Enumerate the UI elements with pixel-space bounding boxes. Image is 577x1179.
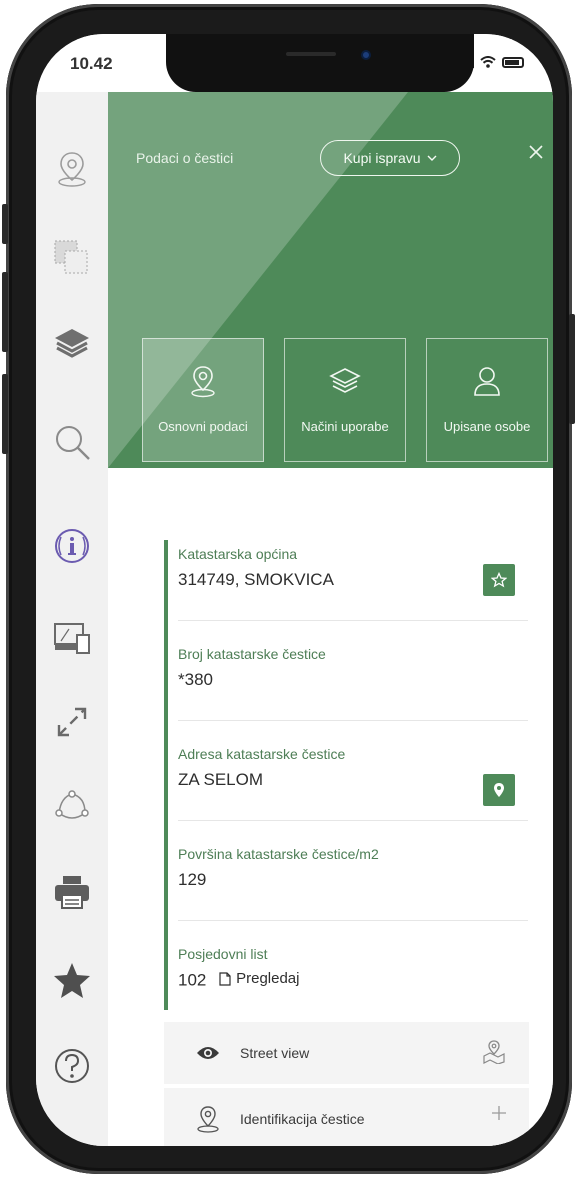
wifi-icon bbox=[480, 56, 496, 68]
map-pin-icon bbox=[191, 366, 215, 398]
parcel-header: Podaci o čestici Kupi ispravu Osnovni po… bbox=[108, 92, 553, 468]
person-icon bbox=[474, 367, 500, 396]
field-value: 102 bbox=[178, 970, 207, 990]
field-label: Katastarska općina bbox=[178, 546, 298, 562]
field-label: Adresa katastarske čestice bbox=[178, 746, 346, 762]
status-time: 10.42 bbox=[70, 54, 113, 73]
map-marker-icon bbox=[494, 783, 504, 797]
close-icon[interactable] bbox=[528, 144, 544, 160]
street-view-label: Street view bbox=[240, 1045, 310, 1061]
field-katastarska-opcina: Katastarska općina 314749, SMOKVICA bbox=[178, 546, 508, 590]
field-value: 314749, SMOKVICA bbox=[178, 570, 334, 589]
field-adresa: Adresa katastarske čestice ZA SELOM bbox=[178, 746, 508, 790]
power-button bbox=[569, 314, 575, 424]
tab-label: Načini uporabe bbox=[301, 419, 389, 434]
field-label: Površina katastarske čestice/m2 bbox=[178, 846, 379, 862]
field-value-row: 102 Pregledaj bbox=[178, 970, 508, 991]
show-on-map-button[interactable] bbox=[483, 774, 515, 806]
sidebar-print-icon[interactable] bbox=[48, 868, 96, 916]
identifikacija-label: Identifikacija čestice bbox=[240, 1111, 365, 1127]
volume-up-button bbox=[2, 272, 8, 352]
field-value: ZA SELOM bbox=[178, 770, 264, 789]
field-value: 129 bbox=[178, 870, 207, 889]
preview-link[interactable]: Pregledaj bbox=[219, 970, 300, 987]
divider bbox=[178, 720, 528, 721]
battery-icon bbox=[502, 56, 524, 68]
panel-title: Podaci o čestici bbox=[136, 150, 234, 166]
identifikacija-row[interactable]: Identifikacija čestice bbox=[164, 1088, 529, 1146]
sidebar-expand-icon[interactable] bbox=[48, 698, 96, 746]
chevron-down-icon bbox=[427, 155, 437, 161]
notch bbox=[166, 34, 474, 92]
map-location-icon bbox=[483, 1040, 505, 1064]
accent-line bbox=[164, 540, 168, 1010]
parcel-details: Katastarska općina 314749, SMOKVICA Broj… bbox=[108, 468, 553, 1146]
tab-label: Osnovni podaci bbox=[158, 419, 248, 434]
sidebar-location-icon[interactable] bbox=[48, 144, 96, 192]
sidebar-favorites-star-icon[interactable] bbox=[48, 956, 96, 1004]
phone-frame: 10.42 Podaci o čestici Kupi ispravu Osno… bbox=[2, 4, 575, 1174]
eye-icon bbox=[194, 1039, 222, 1067]
location-pin-icon bbox=[194, 1105, 222, 1133]
sidebar-polygon-icon[interactable] bbox=[48, 784, 96, 832]
mute-switch bbox=[2, 204, 8, 244]
divider bbox=[178, 820, 528, 821]
field-broj-cestice: Broj katastarske čestice *380 bbox=[178, 646, 508, 690]
document-icon bbox=[219, 971, 231, 986]
field-value: *380 bbox=[178, 670, 213, 689]
divider bbox=[178, 620, 528, 621]
sidebar-devices-icon[interactable] bbox=[48, 614, 96, 662]
tab-osnovni-podaci[interactable]: Osnovni podaci bbox=[142, 338, 264, 462]
buy-document-label: Kupi ispravu bbox=[343, 150, 421, 166]
preview-link-label: Pregledaj bbox=[236, 970, 300, 987]
sidebar-info-icon[interactable] bbox=[48, 522, 96, 570]
sidebar-layers-icon[interactable] bbox=[48, 318, 96, 366]
divider bbox=[178, 920, 528, 921]
tab-label: Upisane osobe bbox=[443, 419, 531, 434]
plus-icon bbox=[491, 1104, 507, 1127]
sidebar-help-icon[interactable] bbox=[48, 1042, 96, 1090]
sidebar-overlay-icon[interactable] bbox=[48, 232, 96, 280]
volume-down-button bbox=[2, 374, 8, 454]
star-outline-icon bbox=[491, 572, 507, 588]
field-posjedovni-list: Posjedovni list 102 Pregledaj bbox=[178, 946, 508, 991]
street-view-row[interactable]: Street view bbox=[164, 1022, 529, 1084]
layers-icon bbox=[329, 368, 361, 393]
sidebar bbox=[36, 92, 108, 1146]
tab-upisane-osobe[interactable]: Upisane osobe bbox=[426, 338, 548, 462]
phone-screen: 10.42 Podaci o čestici Kupi ispravu Osno… bbox=[36, 34, 553, 1146]
sidebar-search-icon[interactable] bbox=[48, 418, 96, 466]
field-label: Posjedovni list bbox=[178, 946, 268, 962]
favorite-button[interactable] bbox=[483, 564, 515, 596]
tab-nacini-uporabe[interactable]: Načini uporabe bbox=[284, 338, 406, 462]
field-povrsina: Površina katastarske čestice/m2 129 bbox=[178, 846, 508, 890]
buy-document-button[interactable]: Kupi ispravu bbox=[320, 140, 460, 176]
field-label: Broj katastarske čestice bbox=[178, 646, 326, 662]
